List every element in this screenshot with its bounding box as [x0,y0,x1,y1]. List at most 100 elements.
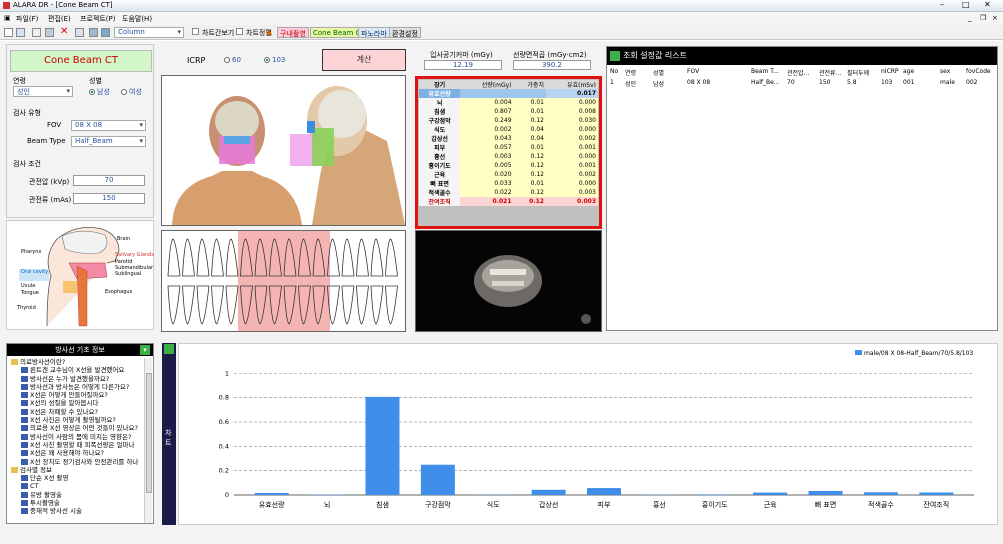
history-col-header[interactable]: 필터두께 [847,68,869,77]
chart-bar[interactable] [697,494,732,495]
export-icon[interactable] [101,28,110,37]
maximize-button[interactable]: □ [962,0,970,9]
x-tick-label: 구강점막 [425,500,451,509]
organ-cell: 0.030 [578,117,596,124]
chart-bar[interactable] [863,492,898,495]
list-item[interactable]: X선의 성질을 알아봅시다 [11,399,143,407]
col-effective: 유효(mSv) [567,82,596,89]
menu-file[interactable]: 파일(F) [16,14,38,24]
close-button[interactable]: ✕ [984,0,991,9]
print-icon[interactable] [89,28,98,37]
toolbar: ✕ Column 차트간보기 차트정렬 ▲ 구내촬영 Cone Beam CT … [0,25,1003,40]
history-col-header[interactable]: No [610,68,618,75]
history-col-header[interactable]: nICRP [881,68,899,75]
tab-settings[interactable]: 환경설정 [389,27,421,38]
list-item[interactable]: 방사선과 방사능은 어떻게 다른가요? [11,383,143,391]
icrp-103-option[interactable]: 103 [264,56,285,64]
chart-bar[interactable] [420,464,455,495]
list-item[interactable]: 방사선은 누가 발견했을까요? [11,375,143,383]
list-item[interactable]: 유방 촬영술 [11,491,143,499]
kvp-input[interactable]: 70 [73,175,145,186]
chart-side-tab[interactable]: 차트 [162,343,176,525]
menu-help[interactable]: 도움말(H) [122,14,152,24]
calculate-button[interactable]: 계산 [322,49,406,71]
history-col-header[interactable]: sex [940,68,950,75]
mdi-minimize[interactable]: _ [968,14,972,22]
minimize-button[interactable]: – [940,0,944,9]
history-cell: 1 [610,79,614,86]
list-item[interactable]: X선 사진은 어떻게 촬영될까요? [11,416,143,424]
history-col-header[interactable]: 관전압... [787,68,809,77]
organ-cell: 뼈 표면 [419,179,461,188]
menu-edit[interactable]: 편집(E) [48,14,71,24]
chart-bar[interactable] [587,488,621,495]
history-col-header[interactable]: Beam T... [751,68,779,75]
beam-type-select[interactable]: Half_Beam [71,136,146,147]
age-select[interactable]: 성인 [13,86,73,97]
list-item[interactable]: 방사선이 사람의 몸에 미치는 영향은? [11,433,143,441]
chart-bar[interactable] [808,490,843,495]
list-item[interactable]: 중재적 방사선 시술 [11,507,143,515]
list-item[interactable]: X선은 차폐할 수 있나요? [11,408,143,416]
list-item[interactable]: 뢴트겐 교수님이 X선을 발견했어요 [11,366,143,374]
list-item[interactable]: 투시촬영술 [11,499,143,507]
mdi-restore[interactable]: ❐ [980,14,986,22]
copy-icon[interactable] [32,28,41,37]
list-item[interactable]: 단순 X선 촬영 [11,474,143,482]
icrp-60-option[interactable]: 60 [224,56,241,64]
sex-male-option[interactable]: 남성 [89,87,110,97]
document-icon [21,450,28,457]
list-item[interactable]: X선은 왜 사용해야 하나요? [11,449,143,457]
chart-bar[interactable] [531,489,566,495]
x-tick-label: 식도 [487,500,500,509]
chart-bar[interactable] [365,396,400,495]
history-col-header[interactable]: 연령 [625,68,636,77]
doc-icon[interactable] [75,28,84,37]
delete-icon[interactable]: ✕ [60,26,68,37]
chart-toggle-icon[interactable] [164,344,174,354]
tree-label: 방사선은 누가 발견했을까요? [30,374,110,383]
collapse-icon[interactable]: ▾ [140,345,150,355]
fov-select[interactable]: 08 X 08 [71,120,146,131]
open-icon[interactable] [16,28,25,37]
tree-folder[interactable]: 검사별 정보 [11,466,143,474]
organ-cell: 0.04 [530,126,544,133]
sex-label: 성별 [89,77,102,85]
tab-panorama[interactable]: 파노라마 [358,27,390,38]
list-item[interactable]: X선 사진 촬영할 때 피폭선량은 얼마나 [11,441,143,449]
tooth-outline [385,238,398,277]
organ-row: 식도 0.002 0.04 0.000 [419,125,598,134]
chart-bar[interactable] [919,492,954,495]
list-item[interactable]: X선 장치도 정기검사와 안전관리를 하나 [11,458,143,466]
save-icon[interactable] [45,28,54,37]
x-tick-label: 근육 [764,501,777,509]
history-list-panel: 조회 설정값 리스트 No 연령 성별 FOV Beam T... 관전압... 관전류..… [606,46,998,331]
organ-cell: 잔여조직 [419,197,461,206]
scrollbar[interactable] [144,358,152,523]
tooth-outline [370,285,384,325]
history-col-header[interactable]: 관전류... [819,68,841,77]
tree-folder[interactable]: 의료방사선이란? [11,358,143,366]
history-col-header[interactable]: age [903,68,914,75]
list-item[interactable]: X선은 어떻게 만들어질까요? [11,391,143,399]
mas-input[interactable]: 150 [73,193,145,204]
menu-project[interactable]: 프로젝트(P) [80,14,115,24]
mdi-close[interactable]: × [992,14,998,22]
new-icon[interactable] [4,28,13,37]
history-col-header[interactable]: FOV [687,68,699,75]
chart-bar[interactable] [753,492,788,495]
history-cell: 성인 [625,81,637,88]
tab-intraoral[interactable]: 구내촬영 [277,27,309,38]
chart-view-checkbox[interactable] [192,28,199,35]
table-row[interactable]: 1 성인 남성 08 X 08 Half_Be... 70 150 5.8 103 001 male… [607,79,997,89]
chart-type-select[interactable]: Column [114,27,184,38]
refresh-icon[interactable] [610,51,620,61]
chart-settings-checkbox[interactable] [236,28,243,35]
sex-female-option[interactable]: 여성 [121,87,142,97]
organ-cell: 0.004 [494,99,512,106]
list-item[interactable]: CT [11,482,143,490]
list-item[interactable]: 의료용 X선 영상은 어떤 것들이 있나요? [11,424,143,432]
history-col-header[interactable]: 성별 [653,68,664,77]
chart-bar[interactable] [254,492,289,495]
history-col-header[interactable]: fovCode [966,68,991,75]
